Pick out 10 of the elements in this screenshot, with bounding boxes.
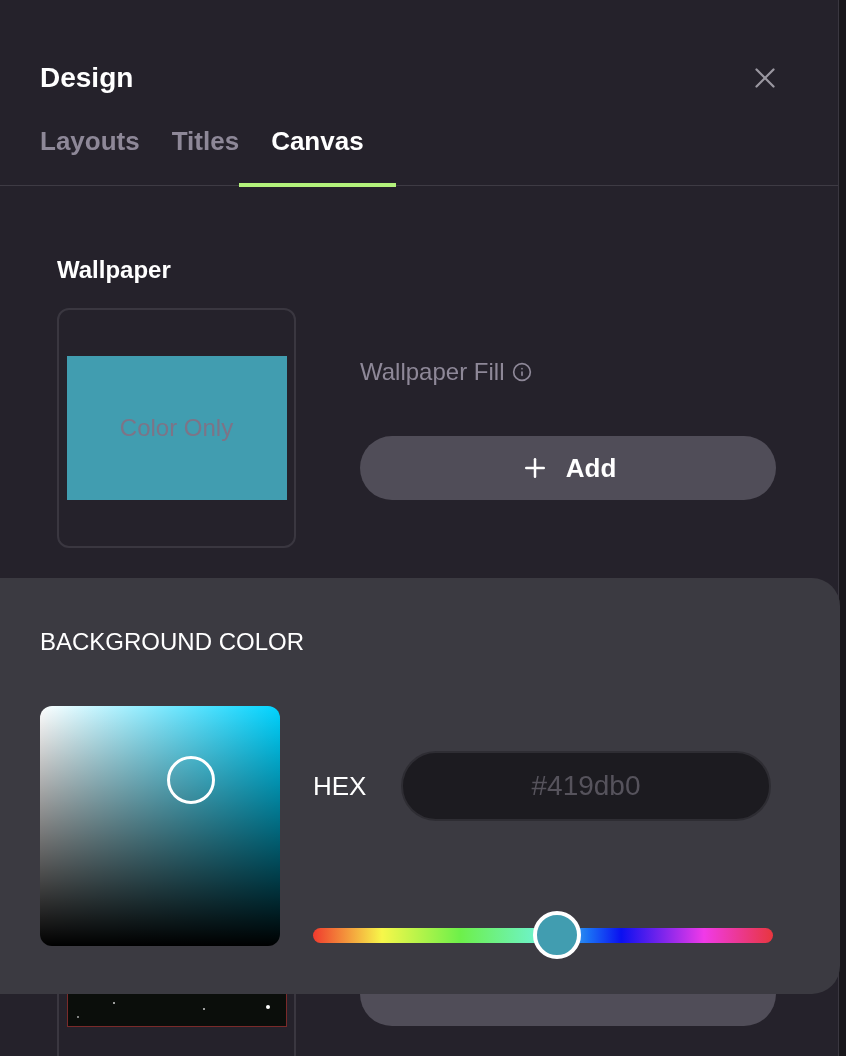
panel-title: Design bbox=[40, 61, 134, 95]
field-label: Wallpaper Fill bbox=[360, 357, 505, 387]
tab[interactable]: Layouts bbox=[40, 122, 140, 187]
tab[interactable]: Canvas bbox=[239, 122, 396, 187]
tab[interactable]: Titles bbox=[171, 122, 240, 187]
add-button[interactable]: Add bbox=[360, 436, 776, 500]
swatch-label: Color Only bbox=[119, 413, 234, 443]
hex-label: HEX bbox=[313, 769, 368, 803]
popover-title: BACKGROUND COLOR bbox=[40, 627, 305, 657]
section-heading: Wallpaper bbox=[57, 255, 172, 285]
